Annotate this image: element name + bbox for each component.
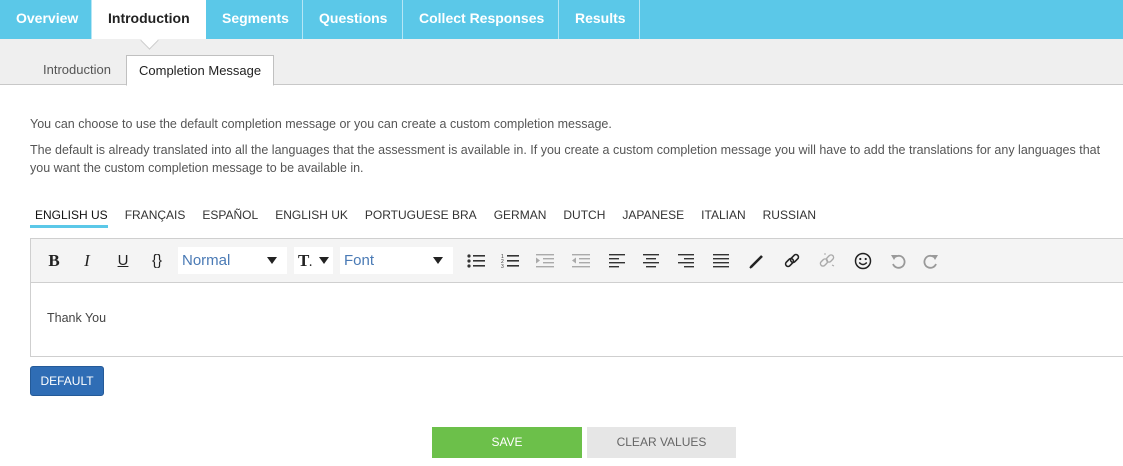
subtab-completion-message[interactable]: Completion Message [126,55,275,86]
subtab-introduction[interactable]: Introduction [31,55,123,85]
svg-text:3: 3 [501,264,504,269]
lang-tab-espanol[interactable]: ESPAÑOL [197,208,258,228]
align-left-button[interactable] [605,248,629,274]
emoji-button[interactable] [851,248,875,274]
top-nav: Overview Introduction Segments Questions… [0,0,1123,50]
indent-icon [536,254,554,268]
lang-tab-german[interactable]: GERMAN [489,208,547,228]
lang-tab-english-uk[interactable]: ENGLISH UK [270,208,348,228]
tab-overview[interactable]: Overview [0,0,92,39]
undo-icon [891,254,906,269]
ordered-list-button[interactable]: 123 [499,248,521,274]
italic-button[interactable]: I [77,248,97,274]
undo-button[interactable] [887,248,909,274]
align-right-button[interactable] [674,248,698,274]
lang-tab-portuguese-bra[interactable]: PORTUGUESE BRA [360,208,477,228]
indent-button[interactable] [533,248,557,274]
chevron-down-icon [433,257,443,264]
remove-link-button[interactable] [815,248,839,274]
unordered-list-button[interactable] [465,248,487,274]
unlink-icon [819,253,835,267]
bold-button[interactable]: B [43,248,65,274]
bullet-list-icon [467,254,485,268]
outdent-button[interactable] [569,248,593,274]
font-family-select[interactable]: Font [340,247,453,274]
code-button[interactable]: {} [146,248,168,274]
description-line-1: You can choose to use the default comple… [30,117,612,131]
align-left-icon [609,254,625,268]
chevron-down-icon [267,257,277,264]
lang-tab-francais[interactable]: FRANÇAIS [120,208,186,228]
outdent-icon [572,254,590,268]
smiley-icon [854,252,872,270]
paragraph-format-select[interactable]: Normal [178,247,287,274]
chevron-down-icon [319,257,329,264]
description-line-2: The default is already translated into a… [30,143,1101,175]
default-button[interactable]: DEFAULT [30,366,104,396]
clear-values-button[interactable]: CLEAR VALUES [587,427,736,458]
tab-questions[interactable]: Questions [303,0,403,39]
lang-tab-italian[interactable]: ITALIAN [696,208,745,228]
align-right-icon [678,254,694,268]
numbered-list-icon: 123 [501,254,519,269]
tab-collect-responses[interactable]: Collect Responses [403,0,559,39]
tab-introduction[interactable]: Introduction [92,0,206,50]
pen-icon [749,255,763,269]
underline-button[interactable]: U [112,248,134,274]
align-center-icon [643,254,659,268]
tab-results[interactable]: Results [559,0,640,39]
redo-button[interactable] [920,248,942,274]
tab-introduction-label: Introduction [108,10,190,26]
sub-tab-bar: Introduction Completion Message [0,39,1123,86]
text-color-button[interactable] [745,248,769,274]
align-justify-button[interactable] [709,248,733,274]
lang-tab-russian[interactable]: RUSSIAN [758,208,816,228]
link-icon [784,253,800,268]
editor-content[interactable]: Thank You [47,311,106,325]
save-button[interactable]: SAVE [432,427,582,458]
lang-tab-english-us[interactable]: ENGLISH US [30,208,108,228]
lang-tab-japanese[interactable]: JAPANESE [617,208,684,228]
rich-text-editor: B I U {} Normal T. Font 123 Thank You [30,238,1123,357]
tab-segments[interactable]: Segments [206,0,303,39]
lang-tab-dutch[interactable]: DUTCH [558,208,605,228]
align-justify-icon [713,254,729,268]
insert-link-button[interactable] [780,248,804,274]
language-tabs: ENGLISH US FRANÇAIS ESPAÑOL ENGLISH UK P… [30,208,828,228]
font-size-select[interactable]: T. [294,247,333,274]
redo-icon [923,254,938,269]
editor-toolbar: B I U {} Normal T. Font 123 [31,239,1123,283]
font-family-value: Font [344,252,375,269]
font-size-icon: T. [298,251,312,270]
align-center-button[interactable] [639,248,663,274]
paragraph-format-value: Normal [182,252,231,269]
